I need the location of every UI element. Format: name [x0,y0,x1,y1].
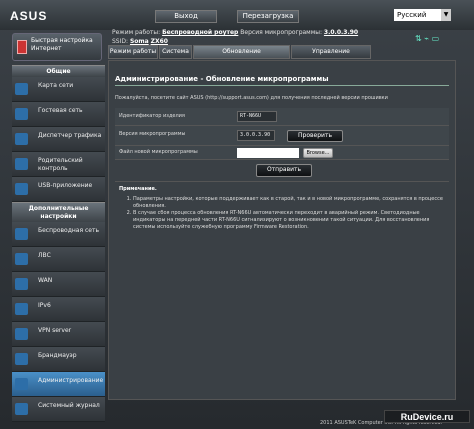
fw-version-row: Версия микропрограммы 3.0.0.3.90 Провери… [115,126,449,146]
sidebar-item-label: Диспетчер трафика [38,132,102,139]
sidebar-advanced-header: Дополнительные настройки [12,202,105,222]
watermark: RuDevice.ru [384,410,470,423]
page-title: Администрирование - Обновление микропрог… [115,75,329,83]
sidebar-item-label: ЛВС [38,252,51,259]
system-log-icon [15,403,28,415]
sidebar-item[interactable]: Родительский контроль [12,152,105,177]
ssid-label: SSID: [112,38,129,45]
ssid-2: ZX60 [150,38,168,45]
upload-button[interactable]: Отправить [256,164,312,177]
title-divider [115,85,449,86]
administration-icon [15,378,28,390]
sidebar-item-label: Гостевая сеть [38,107,83,114]
sidebar-item-label: Беспроводная сеть [38,227,100,234]
language-value: Русский [397,11,427,19]
sidebar-item[interactable]: WAN [12,272,105,297]
asus-logo: ASUS [10,9,48,23]
mode-label: Режим работы: [112,29,161,36]
product-id-value: RT-N66U [237,111,277,122]
sidebar-item-label: Системный журнал [38,402,100,409]
firewall-icon [15,353,28,365]
note-item: Параметры настройки, которые поддерживае… [133,196,445,210]
parental-control-icon [15,158,28,170]
quick-setup-icon [17,40,27,54]
sidebar-item[interactable]: IPv6 [12,297,105,322]
tab-firmware-upgrade[interactable]: Обновление микропрограммы [193,45,290,67]
sidebar-item[interactable]: Администрирование [12,372,105,397]
sidebar-item-label: WAN [38,277,53,284]
status-icons: ⇅ ⌁ ▭ [415,34,439,43]
usb-status-icon[interactable]: ⌁ [424,34,429,43]
sidebar-item[interactable]: Карта сети [12,77,105,102]
sidebar-item-label: Карта сети [38,82,74,89]
sidebar-item-label: Родительский контроль [38,157,83,172]
page-description: Пожалуйста, посетите сайт ASUS (http://s… [115,95,388,101]
status-info: Режим работы: Беспроводной роутер Версия… [112,28,358,46]
fw-version-value: 3.0.0.3.90 [237,130,275,141]
wan-status-icon[interactable]: ⇅ [415,34,422,43]
sidebar-item-label: Брандмауэр [38,352,77,359]
fw-version-label: Версия микропрограммы [119,131,186,137]
sidebar-item-label: VPN server [38,327,72,334]
mode-link[interactable]: Беспроводной роутер [162,29,238,36]
wan-icon [15,278,28,290]
usb-icon [15,183,28,195]
guest-network-icon [15,108,28,120]
language-select[interactable]: Русский ▼ [394,9,451,21]
sidebar-item[interactable]: USB-приложение [12,177,105,202]
firmware-table: Идентификатор изделия RT-N66U Версия мик… [115,108,449,160]
quick-setup-button[interactable]: Быстрая настройка Интернет [12,33,102,61]
sidebar-item[interactable]: Диспетчер трафика [12,127,105,152]
product-id-row: Идентификатор изделия RT-N66U [115,108,449,126]
sidebar-item[interactable]: Гостевая сеть [12,102,105,127]
fw-link[interactable]: 3.0.0.3.90 [324,29,358,36]
wireless-icon [15,228,28,240]
tab-operation-mode[interactable]: Режим работы [108,45,158,59]
sidebar-item-label: Администрирование [38,377,104,384]
lan-icon [15,253,28,265]
quick-setup-label: Быстрая настройка Интернет [31,37,93,52]
network-map-icon [15,83,28,95]
sidebar-item[interactable]: Системный журнал [12,397,105,422]
sidebar-item[interactable]: ЛВС [12,247,105,272]
ssid-1: Soma [129,38,149,45]
logout-button[interactable]: Выход [155,10,217,23]
sidebar-item[interactable]: Брандмауэр [12,347,105,372]
product-id-label: Идентификатор изделия [119,113,185,119]
new-fw-row: Файл новой микропрограммы Browse... [115,146,449,160]
check-button[interactable]: Проверить [287,130,343,142]
main-panel: Администрирование - Обновление микропрог… [108,60,456,400]
ipv6-icon [15,303,28,315]
top-bar: ASUS Выход Перезагрузка Русский ▼ [0,0,474,30]
sidebar: Общие Карта сети Гостевая сеть Диспетчер т… [12,65,105,422]
browse-button[interactable]: Browse... [303,148,333,158]
tab-settings-management[interactable]: Управление настройками [291,45,371,67]
reboot-button[interactable]: Перезагрузка [237,10,299,23]
vpn-icon [15,328,28,340]
new-fw-label: Файл новой микропрограммы [119,149,198,155]
chevron-down-icon: ▼ [441,9,451,21]
traffic-manager-icon [15,133,28,145]
note-item: В случае сбоя процесса обновления RT-N66… [133,210,445,231]
fw-label: Версия микропрограммы: [240,29,322,36]
file-path-input[interactable] [237,148,299,158]
printer-status-icon[interactable]: ▭ [432,34,440,43]
sidebar-item[interactable]: VPN server [12,322,105,347]
notes-section: Примечание. Параметры настройки, которые… [115,181,449,251]
router-admin-page: ASUS Выход Перезагрузка Русский ▼ Режим р… [0,0,474,429]
sidebar-item-label: USB-приложение [38,182,93,189]
sidebar-item-label: IPv6 [38,302,51,309]
tab-system[interactable]: Система [159,45,192,59]
sidebar-item[interactable]: Беспроводная сеть [12,222,105,247]
sidebar-general-header: Общие [12,65,105,77]
notes-title: Примечание. [119,186,157,192]
